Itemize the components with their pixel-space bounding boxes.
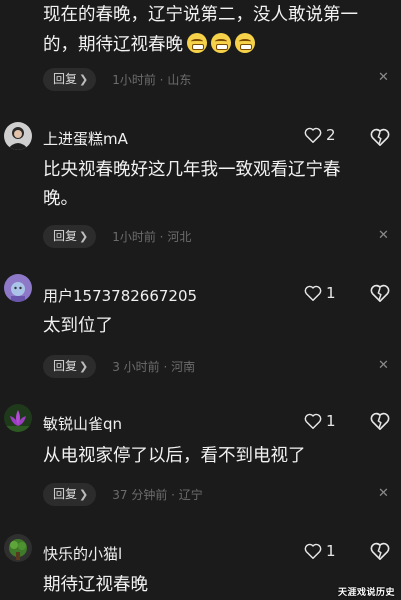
heart-icon <box>304 285 322 301</box>
comment-text: 期待辽视春晚 <box>43 575 148 595</box>
broken-heart-icon[interactable] <box>370 128 390 150</box>
close-icon[interactable]: ✕ <box>378 358 389 373</box>
like-count: 1 <box>326 284 336 302</box>
like-button[interactable]: 2 <box>304 126 336 144</box>
chevron-right-icon: ❯ <box>79 229 89 243</box>
grinning-face-icon <box>211 33 231 53</box>
broken-heart-icon[interactable] <box>370 542 390 564</box>
comment-username[interactable]: 上进蛋糕mA <box>43 128 128 149</box>
chevron-right-icon: ❯ <box>79 487 89 501</box>
comment-time-location: 3 小时前 · 河南 <box>112 359 196 374</box>
person-avatar-icon[interactable] <box>4 122 32 150</box>
like-button[interactable]: 1 <box>304 542 336 560</box>
like-count: 2 <box>326 126 336 144</box>
comment-time-location: 1小时前 · 河北 <box>112 229 192 244</box>
plant-avatar-icon[interactable] <box>4 534 32 562</box>
comment-text: 太到位了 <box>43 316 113 336</box>
comment-text: 比央视春晚好这几年我一致观看辽宁春晚。 <box>43 160 341 209</box>
like-button[interactable]: 1 <box>304 412 336 430</box>
close-icon[interactable]: ✕ <box>378 486 389 501</box>
reply-button[interactable]: 回复 ❯ <box>43 224 97 248</box>
chevron-right-icon: ❯ <box>79 359 89 373</box>
comment-text: 现在的春晚，辽宁说第二，没人敢说第一 的，期待辽视春晚 <box>43 5 358 55</box>
broken-heart-icon[interactable] <box>370 412 390 434</box>
reply-button[interactable]: 回复 ❯ <box>43 482 97 506</box>
grinning-face-icon <box>235 33 255 53</box>
lotus-avatar-icon[interactable] <box>4 404 32 432</box>
watermark-text: 天涯戏说历史 <box>337 588 395 598</box>
comment-username[interactable]: 快乐的小猫l <box>43 543 122 564</box>
chevron-right-icon: ❯ <box>79 72 89 86</box>
like-count: 1 <box>326 412 336 430</box>
broken-heart-icon[interactable] <box>370 284 390 306</box>
close-icon[interactable]: ✕ <box>378 70 389 85</box>
comment-username[interactable]: 用户1573782667205 <box>43 285 197 306</box>
default-avatar-icon[interactable] <box>4 274 32 302</box>
comment-text: 从电视家停了以后，看不到电视了 <box>43 446 306 466</box>
like-button[interactable]: 1 <box>304 284 336 302</box>
comment-time-location: 37 分钟前 · 辽宁 <box>112 487 203 502</box>
heart-icon <box>304 127 322 143</box>
heart-icon <box>304 543 322 559</box>
close-icon[interactable]: ✕ <box>378 228 389 243</box>
like-count: 1 <box>326 542 336 560</box>
reply-button[interactable]: 回复 ❯ <box>43 354 97 378</box>
grinning-face-icon <box>187 33 207 53</box>
comment-username[interactable]: 敏锐山雀qn <box>43 413 122 434</box>
comment-time-location: 1小时前 · 山东 <box>112 72 192 87</box>
heart-icon <box>304 413 322 429</box>
reply-button[interactable]: 回复 ❯ <box>43 67 97 91</box>
